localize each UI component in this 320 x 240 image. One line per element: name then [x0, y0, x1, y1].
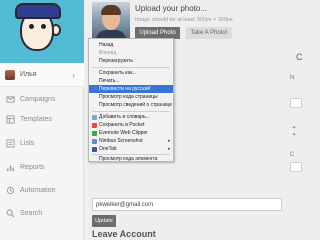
- sidebar-item-label: Lists: [20, 139, 35, 147]
- context-menu: Назад Вперёд Перезагрузить Сохранить как…: [88, 38, 174, 162]
- search-icon: [5, 208, 15, 218]
- sidebar-item-label: Campaigns: [20, 95, 56, 103]
- sidebar-item-label: Automation: [20, 186, 56, 194]
- pocket-icon: [92, 122, 97, 128]
- leave-account-heading: Leave Account: [92, 229, 156, 239]
- menu-item-reload[interactable]: Перезагрузить: [89, 57, 173, 65]
- right-field-label: C: [290, 152, 295, 158]
- menu-item-back[interactable]: Назад: [89, 41, 173, 49]
- sidebar-user-label: Илья: [20, 71, 37, 78]
- evernote-icon: [92, 130, 97, 136]
- sidebar-item-reports[interactable]: Reports: [0, 155, 84, 179]
- user-avatar-icon: [5, 69, 15, 80]
- menu-item-view-source[interactable]: Просмотр кода страницы: [89, 93, 173, 101]
- submenu-arrow-icon: ▸: [168, 146, 171, 152]
- menu-item-add-dictionary[interactable]: Добавить в словарь...: [89, 113, 173, 121]
- sidebar-item-templates[interactable]: Templates: [0, 107, 84, 131]
- menu-item-inspect[interactable]: Просмотр кода элемента: [89, 155, 173, 163]
- menu-item-pocket[interactable]: Сохранить в Pocket: [89, 121, 173, 129]
- nimbus-icon: [92, 138, 97, 144]
- sidebar-item-search[interactable]: Search: [0, 201, 84, 225]
- profile-photo: [92, 2, 130, 40]
- chevron-right-icon: ›: [72, 69, 75, 80]
- menu-item-forward: Вперёд: [99, 50, 117, 56]
- required-marker-icon: ✦: [292, 125, 297, 131]
- sidebar: Илья › Campaigns Templates Lists Reports…: [0, 0, 84, 240]
- menu-item-page-info[interactable]: Просмотр сведений о странице: [89, 101, 173, 109]
- sidebar-item-automation[interactable]: Automation: [0, 178, 84, 202]
- reports-icon: [5, 162, 15, 172]
- sidebar-item-label: Reports: [20, 163, 45, 171]
- logo-hat: [15, 3, 61, 19]
- right-column-heading: C: [296, 52, 303, 62]
- upload-hint: Image should be at least 300px × 300px: [135, 17, 233, 23]
- upload-title: Upload your photo...: [135, 4, 208, 13]
- update-button[interactable]: Update: [92, 215, 116, 227]
- logo-eye-right: [41, 24, 46, 29]
- required-marker-icon: ✦: [292, 132, 297, 138]
- menu-separator: [92, 111, 170, 112]
- logo-eye-left: [29, 24, 34, 29]
- mailchimp-logo[interactable]: [0, 0, 84, 63]
- menu-item-evernote[interactable]: Evernote Web Clipper: [89, 129, 173, 137]
- sidebar-item-label: Templates: [20, 115, 52, 123]
- submenu-arrow-icon: ▸: [168, 138, 171, 144]
- sidebar-user[interactable]: Илья ›: [0, 63, 84, 87]
- lists-icon: [5, 138, 15, 148]
- menu-item-print[interactable]: Печать...: [89, 77, 173, 85]
- email-field[interactable]: pkweiker@gmail.com: [92, 198, 282, 211]
- take-photo-button[interactable]: Take A Photo!: [186, 27, 232, 39]
- right-field-label: N: [290, 75, 295, 81]
- dictionary-icon: [92, 114, 97, 120]
- menu-separator: [92, 67, 170, 68]
- right-field-input[interactable]: [290, 98, 302, 108]
- menu-item-translate[interactable]: Перевести на русский: [89, 85, 173, 93]
- sidebar-item-lists[interactable]: Lists: [0, 131, 84, 155]
- campaigns-icon: [5, 94, 15, 104]
- menu-item-save-as[interactable]: Сохранить как...: [89, 69, 173, 77]
- right-field-input[interactable]: [290, 162, 302, 172]
- menu-item-onetab[interactable]: OneTab ▸: [89, 145, 173, 153]
- onetab-icon: [92, 146, 97, 152]
- menu-item-nimbus[interactable]: Nimbus Screenshot ▸: [89, 137, 173, 145]
- automation-icon: [5, 185, 15, 195]
- templates-icon: [5, 114, 15, 124]
- sidebar-item-label: Search: [20, 209, 43, 217]
